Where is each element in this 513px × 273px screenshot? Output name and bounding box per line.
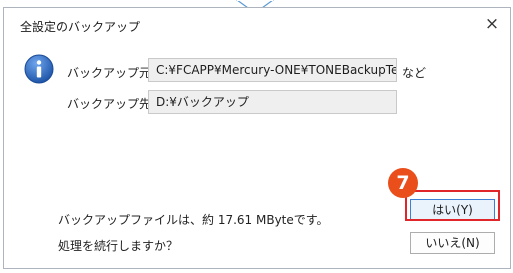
size-message: バックアップファイルは、約 17.61 MByteです。 (58, 213, 329, 227)
title-bar: 全設定のバックアップ × (4, 8, 510, 41)
dialog-title: 全設定のバックアップ (20, 20, 141, 34)
source-label: バックアップ元 (67, 66, 152, 80)
no-button[interactable]: いいえ(N) (410, 232, 495, 254)
step-badge: 7 (388, 168, 418, 198)
dest-path-field: D:¥バックアップ (148, 90, 397, 114)
backup-dialog: 全設定のバックアップ × バックアップ元 C:¥FCAPP¥Mercury-ON… (3, 7, 511, 269)
source-path-field: C:¥FCAPP¥Mercury-ONE¥TONEBackupTe (148, 58, 397, 82)
highlight-box (405, 190, 500, 221)
dest-label: バックアップ先 (67, 97, 152, 111)
source-suffix: など (402, 66, 427, 80)
close-icon[interactable]: × (474, 8, 510, 41)
info-icon (24, 54, 54, 84)
screenshot-stage: 全設定のバックアップ × バックアップ元 C:¥FCAPP¥Mercury-ON… (0, 0, 513, 273)
confirm-message: 処理を続行しますか？ (58, 239, 179, 253)
